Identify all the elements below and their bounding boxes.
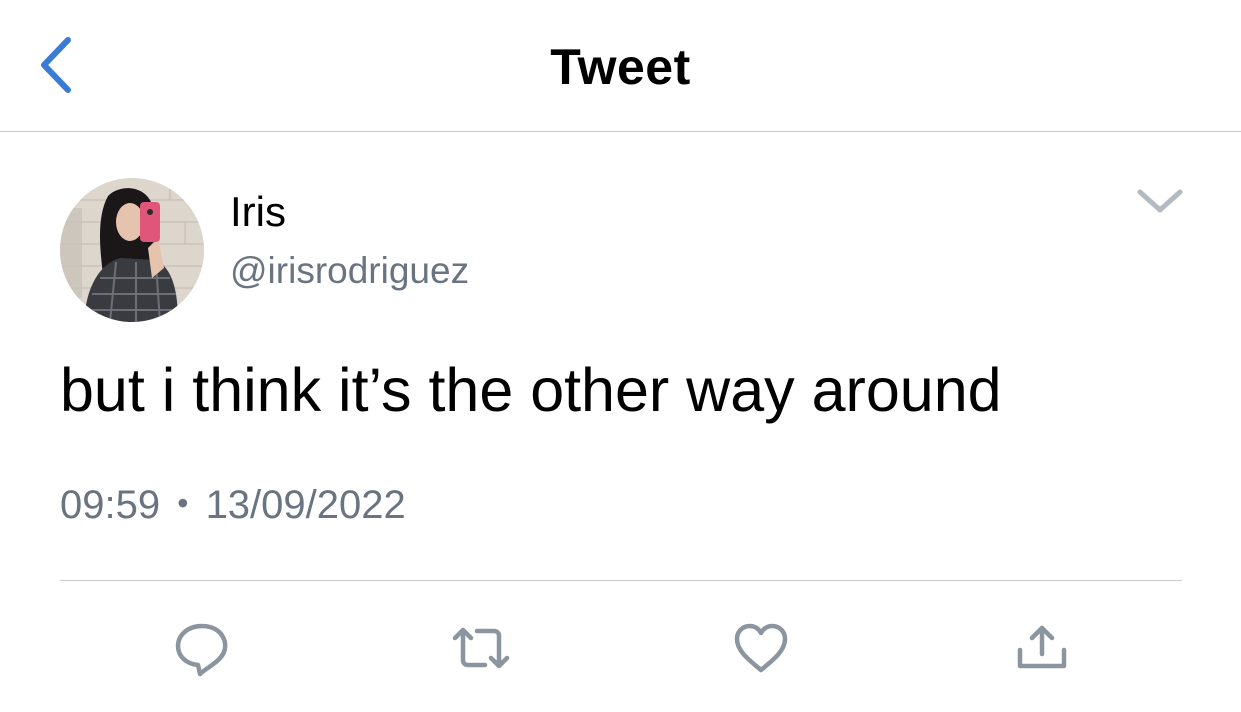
avatar[interactable] <box>60 178 204 322</box>
tweet-date: 13/09/2022 <box>205 483 406 527</box>
author-handle[interactable]: @irisrodriguez <box>230 250 469 292</box>
reply-icon <box>175 623 228 677</box>
page-title: Tweet <box>550 39 691 95</box>
tweet-detail-screen: Tweet Iris @irisrodriguez but i think it… <box>0 0 1241 712</box>
reply-button[interactable] <box>172 618 232 678</box>
meta-separator: • <box>177 485 189 521</box>
like-icon <box>734 623 788 673</box>
profile-photo <box>60 178 204 322</box>
chevron-down-icon <box>1137 189 1183 213</box>
retweet-button[interactable] <box>451 618 511 678</box>
tweet-text: but i think it’s the other way around <box>60 356 1002 424</box>
author-name[interactable]: Iris <box>230 188 286 236</box>
share-icon <box>1017 625 1067 669</box>
like-button[interactable] <box>731 618 791 678</box>
retweet-icon <box>452 627 510 669</box>
more-options-button[interactable] <box>1132 180 1188 224</box>
tweet-time: 09:59 <box>60 483 161 527</box>
divider <box>60 580 1182 581</box>
tweet-timestamp: 09:59 • 13/09/2022 <box>60 483 406 528</box>
share-button[interactable] <box>1012 618 1072 678</box>
navigation-bar: Tweet <box>0 0 1241 132</box>
